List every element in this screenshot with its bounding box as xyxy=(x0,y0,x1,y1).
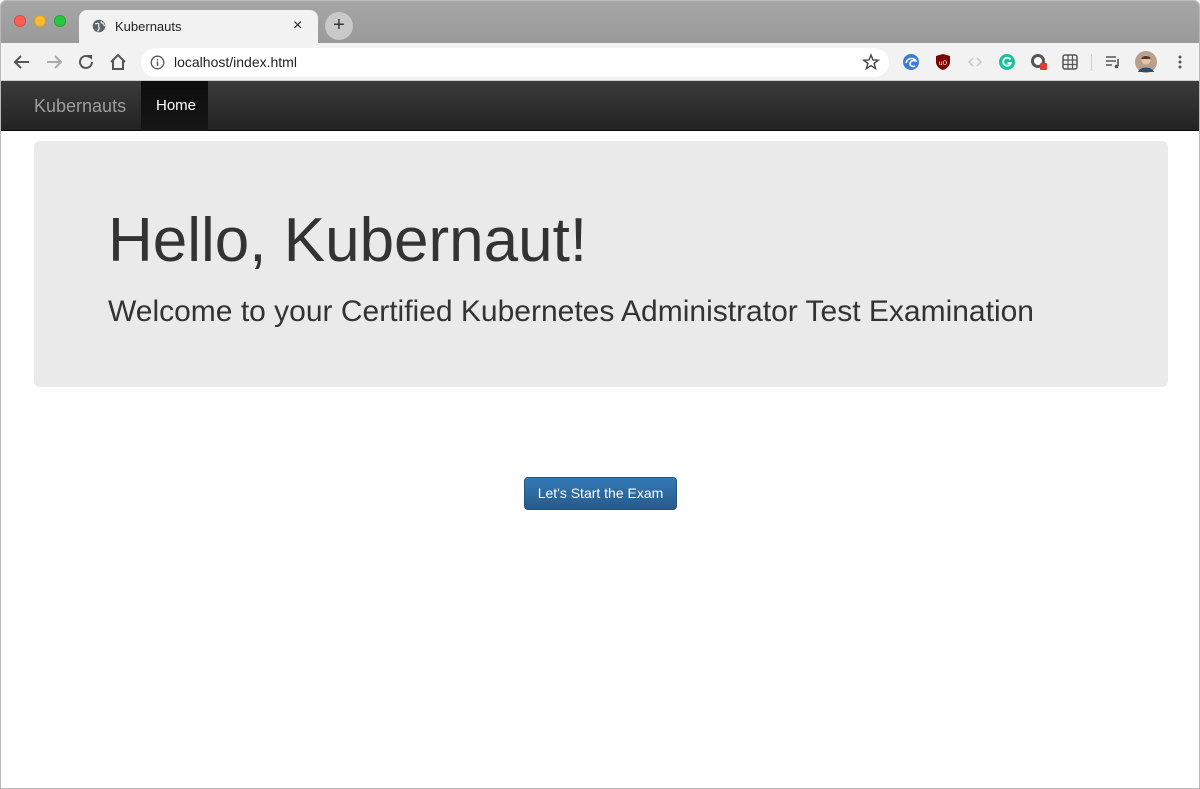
minimize-window-button[interactable] xyxy=(34,15,46,27)
globe-icon xyxy=(92,19,106,33)
tab-strip: Kubernauts × + xyxy=(1,1,1199,44)
info-icon[interactable] xyxy=(150,55,165,70)
start-exam-button[interactable]: Let's Start the Exam xyxy=(524,477,677,510)
code-brackets-icon[interactable] xyxy=(966,53,984,71)
browser-window: Kubernauts × + localhost/index.html uO K… xyxy=(0,0,1200,789)
zoom-window-button[interactable] xyxy=(54,15,66,27)
navbar-brand[interactable]: Kubernauts xyxy=(34,96,126,117)
media-queue-icon[interactable] xyxy=(1104,53,1122,71)
page-subtitle: Welcome to your Certified Kubernetes Adm… xyxy=(108,295,1034,328)
profile-avatar[interactable] xyxy=(1135,51,1157,73)
svg-text:uO: uO xyxy=(939,60,948,67)
back-arrow-icon[interactable] xyxy=(11,51,33,73)
ublock-shield-icon[interactable]: uO xyxy=(934,53,952,71)
new-tab-button[interactable]: + xyxy=(325,12,353,40)
close-window-button[interactable] xyxy=(14,15,26,27)
grid-apps-icon[interactable] xyxy=(1061,53,1079,71)
browser-tab[interactable]: Kubernauts × xyxy=(79,10,318,44)
nav-item-home[interactable]: Home xyxy=(141,81,208,131)
browser-toolbar: localhost/index.html uO xyxy=(1,43,1199,81)
edge-extension-icon[interactable] xyxy=(902,53,920,71)
tab-close-icon[interactable]: × xyxy=(293,16,302,36)
privacy-extension-icon[interactable] xyxy=(1030,53,1048,71)
page-title: Hello, Kubernaut! xyxy=(108,206,588,275)
url-text[interactable]: localhost/index.html xyxy=(174,54,297,70)
site-navbar: Kubernauts Home xyxy=(1,81,1199,131)
home-icon[interactable] xyxy=(107,51,129,73)
tab-title: Kubernauts xyxy=(115,19,182,34)
grammarly-icon[interactable] xyxy=(998,53,1016,71)
jumbotron: Hello, Kubernaut! Welcome to your Certif… xyxy=(34,141,1168,387)
more-menu-icon[interactable] xyxy=(1171,53,1189,71)
nav-item-home-label: Home xyxy=(156,97,197,114)
forward-arrow-icon[interactable] xyxy=(43,51,65,73)
toolbar-divider xyxy=(1091,54,1092,71)
address-bar[interactable]: localhost/index.html xyxy=(141,48,889,77)
bookmark-star-icon[interactable] xyxy=(862,53,880,71)
reload-icon[interactable] xyxy=(75,51,97,73)
